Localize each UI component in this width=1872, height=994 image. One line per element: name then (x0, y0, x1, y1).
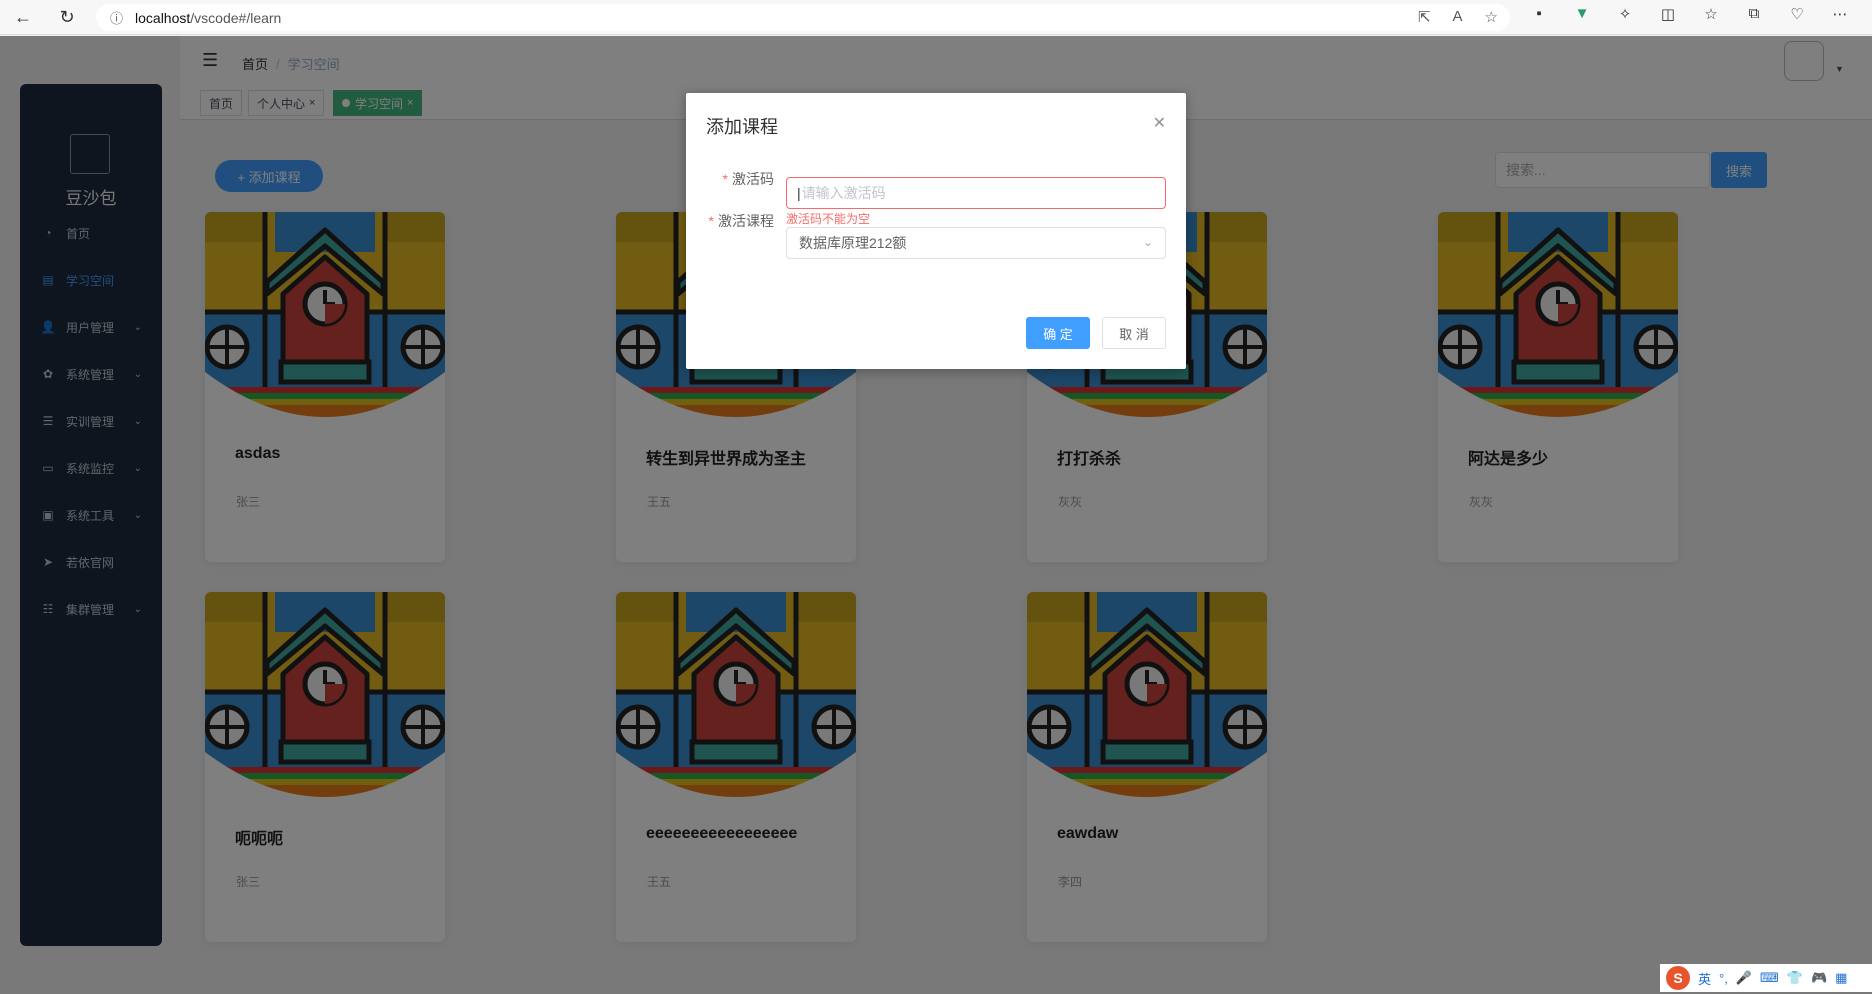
confirm-button[interactable]: 确 定 (1026, 317, 1090, 349)
required-mark: * (722, 171, 728, 187)
info-icon[interactable]: ⓘ (110, 8, 123, 27)
vue-devtools-icon[interactable]: ▼ (1571, 5, 1593, 23)
close-icon[interactable]: ✕ (1153, 113, 1166, 133)
reload-icon[interactable]: ↻ (50, 0, 84, 34)
address-bar-actions: ⇱ A ☆ (1418, 8, 1498, 26)
grid-icon[interactable]: ▦ (1835, 970, 1847, 986)
microphone-icon[interactable]: 🎤 (1736, 970, 1752, 986)
cancel-button[interactable]: 取 消 (1102, 317, 1166, 349)
split-screen-icon[interactable]: ◫ (1657, 5, 1679, 23)
course-select[interactable]: 数据库原理212额 ⌄ (786, 227, 1166, 259)
chevron-down-icon: ⌄ (1142, 235, 1153, 249)
open-external-icon[interactable]: ⇱ (1418, 8, 1431, 26)
puzzle-icon[interactable]: ✧ (1614, 5, 1636, 23)
heart-icon[interactable]: ♡ (1786, 5, 1808, 23)
ime-language[interactable]: 英 (1698, 969, 1711, 988)
back-icon[interactable]: ← (6, 0, 40, 34)
favorites-icon[interactable]: ☆ (1700, 5, 1722, 23)
read-aloud-icon[interactable]: A (1453, 8, 1463, 26)
keyboard-icon[interactable]: ⌨ (1760, 970, 1779, 986)
punctuation-icon[interactable]: °, (1719, 971, 1728, 986)
activation-code-input[interactable]: | 请输入激活码 (786, 177, 1166, 209)
code-label: * 激活码 (722, 171, 774, 187)
more-icon[interactable]: ⋯ (1829, 5, 1851, 23)
collections-icon[interactable]: ⧉ (1743, 5, 1765, 23)
course-label: * 激活课程 (708, 213, 774, 229)
select-value: 数据库原理212额 (799, 235, 907, 251)
favorite-star-icon[interactable]: ☆ (1485, 8, 1498, 26)
text-cursor: | (797, 185, 801, 201)
extensions-bar: ▪ ▼ ✧ ◫ ☆ ⧉ ♡ ⋯ (1528, 5, 1851, 23)
dialog-title: 添加课程 (706, 117, 778, 137)
browser-toolbar: ← ↻ ⓘ localhost/vscode#/learn ⇱ A ☆ ▪ ▼ … (0, 0, 1872, 35)
extension-icon[interactable]: ▪ (1528, 5, 1550, 23)
gamepad-icon[interactable]: 🎮 (1811, 970, 1827, 986)
code-error-message: 激活码不能为空 (786, 212, 871, 226)
add-course-dialog: 添加课程 ✕ * 激活码 | 请输入激活码 激活码不能为空 * 激活课程 数据库原理2… (686, 93, 1186, 369)
input-placeholder: 请输入激活码 (801, 185, 886, 201)
url-text: localhost/vscode#/learn (135, 9, 282, 26)
required-mark: * (708, 213, 714, 229)
ime-toolbar: S 英 °, 🎤 ⌨ 👕 🎮 ▦ (1660, 964, 1872, 992)
sogou-logo[interactable]: S (1666, 966, 1690, 990)
skin-icon[interactable]: 👕 (1787, 970, 1803, 986)
address-bar[interactable]: ⓘ localhost/vscode#/learn ⇱ A ☆ (96, 4, 1510, 31)
